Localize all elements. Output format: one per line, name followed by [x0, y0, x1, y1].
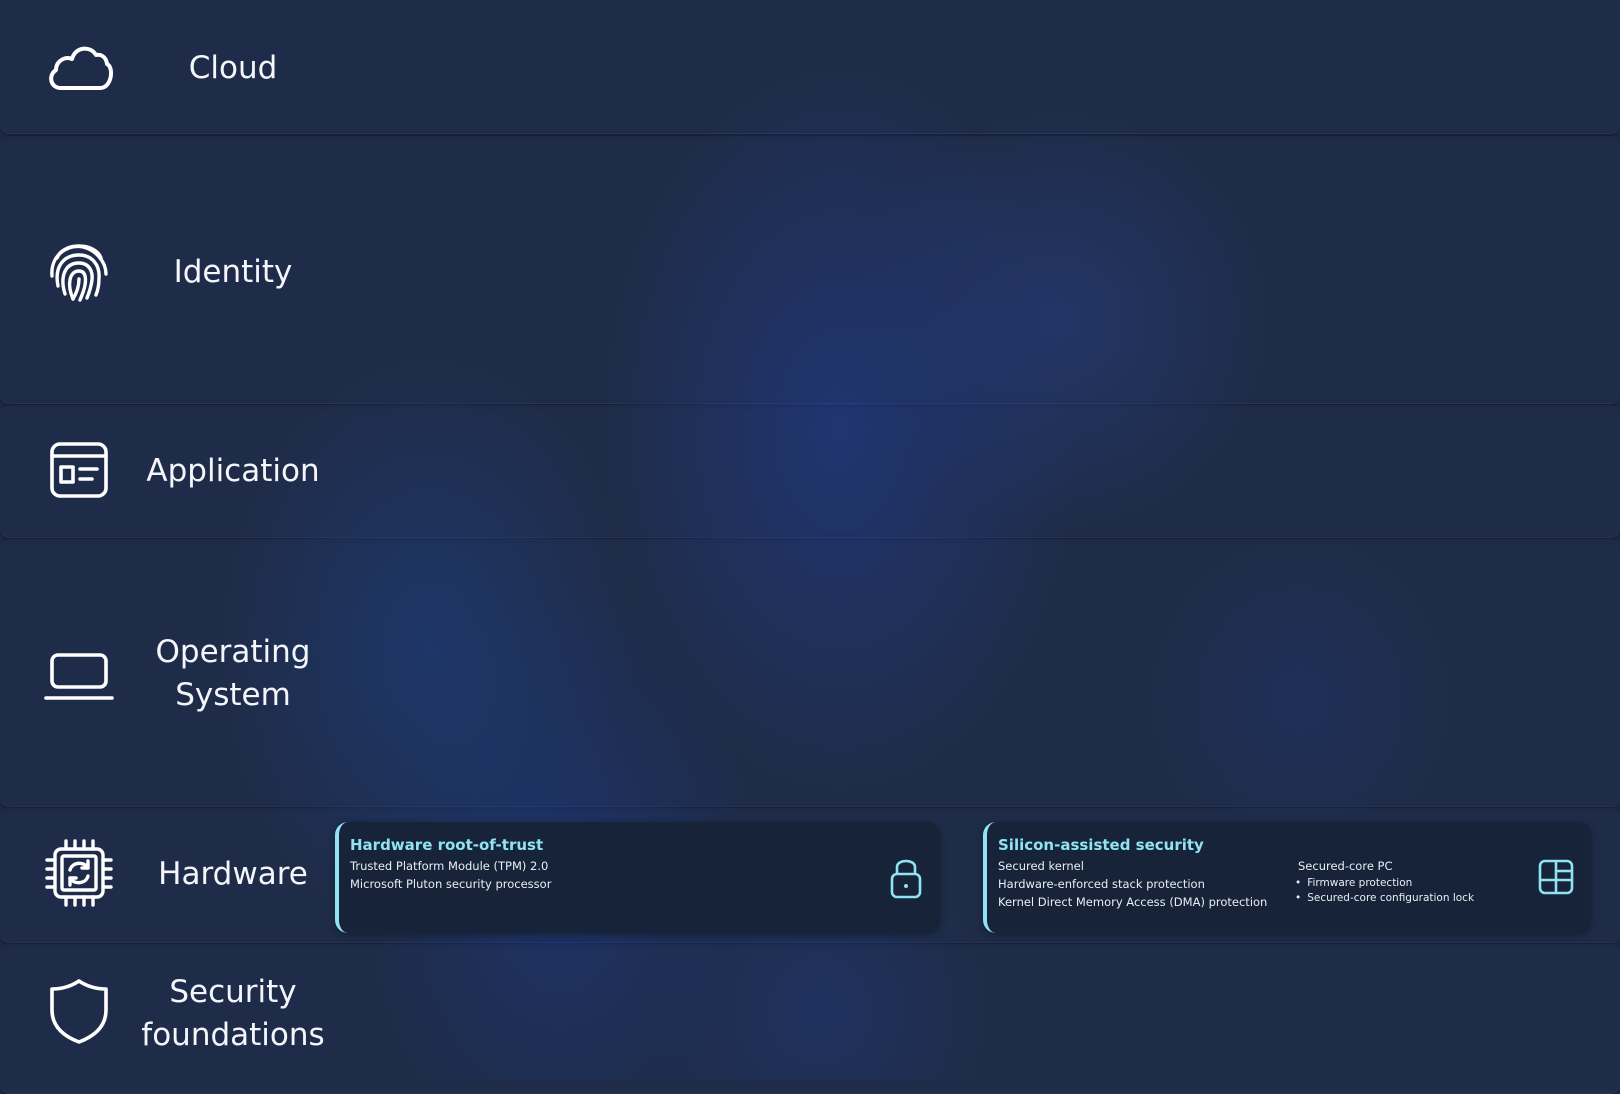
- layout-panels-icon: [1537, 858, 1575, 900]
- shield-icon: [44, 976, 114, 1046]
- card-line: Trusted Platform Module (TPM) 2.0: [350, 859, 549, 873]
- layer-row-hardware: Hardware Hardware root-of-trust Trusted …: [0, 808, 1620, 943]
- layer-row-identity: Identity: [0, 136, 1620, 404]
- lock-icon: [889, 856, 923, 904]
- hardware-root-of-trust-card[interactable]: Hardware root-of-trust Trusted Platform …: [335, 822, 940, 933]
- layer-label: Operating System: [155, 634, 311, 713]
- layer-row-operating-system: Operating System: [0, 539, 1620, 807]
- layer-label: Security foundations: [141, 974, 325, 1053]
- chip-icon: [44, 838, 114, 908]
- card-line: Microsoft Pluton security processor: [350, 877, 552, 891]
- bullet-item: Firmware protection: [1295, 877, 1412, 889]
- card-line: Secured kernel: [998, 859, 1084, 873]
- layer-row-application: Application: [0, 405, 1620, 538]
- silicon-assisted-security-card[interactable]: Silicon-assisted security Secured kernel…: [983, 822, 1591, 933]
- layer-label: Hardware: [158, 856, 308, 892]
- layer-row-cloud: Cloud: [0, 0, 1620, 134]
- secured-core-heading: Secured-core PC: [1298, 859, 1393, 873]
- layer-label: Cloud: [188, 50, 278, 86]
- card-line: Kernel Direct Memory Access (DMA) protec…: [998, 895, 1268, 909]
- cloud-icon: [44, 32, 114, 102]
- layer-row-security-foundations: Security foundations: [0, 944, 1620, 1094]
- card-title: Silicon-assisted security: [998, 836, 1204, 854]
- card-line: Hardware-enforced stack protection: [998, 877, 1205, 891]
- layer-label: Identity: [173, 254, 293, 290]
- layer-label: Application: [146, 453, 320, 489]
- laptop-icon: [44, 637, 114, 707]
- app-window-icon: [44, 435, 114, 505]
- card-title: Hardware root-of-trust: [350, 836, 544, 854]
- fingerprint-icon: [44, 234, 114, 304]
- bullet-item: Secured-core configuration lock: [1295, 892, 1474, 904]
